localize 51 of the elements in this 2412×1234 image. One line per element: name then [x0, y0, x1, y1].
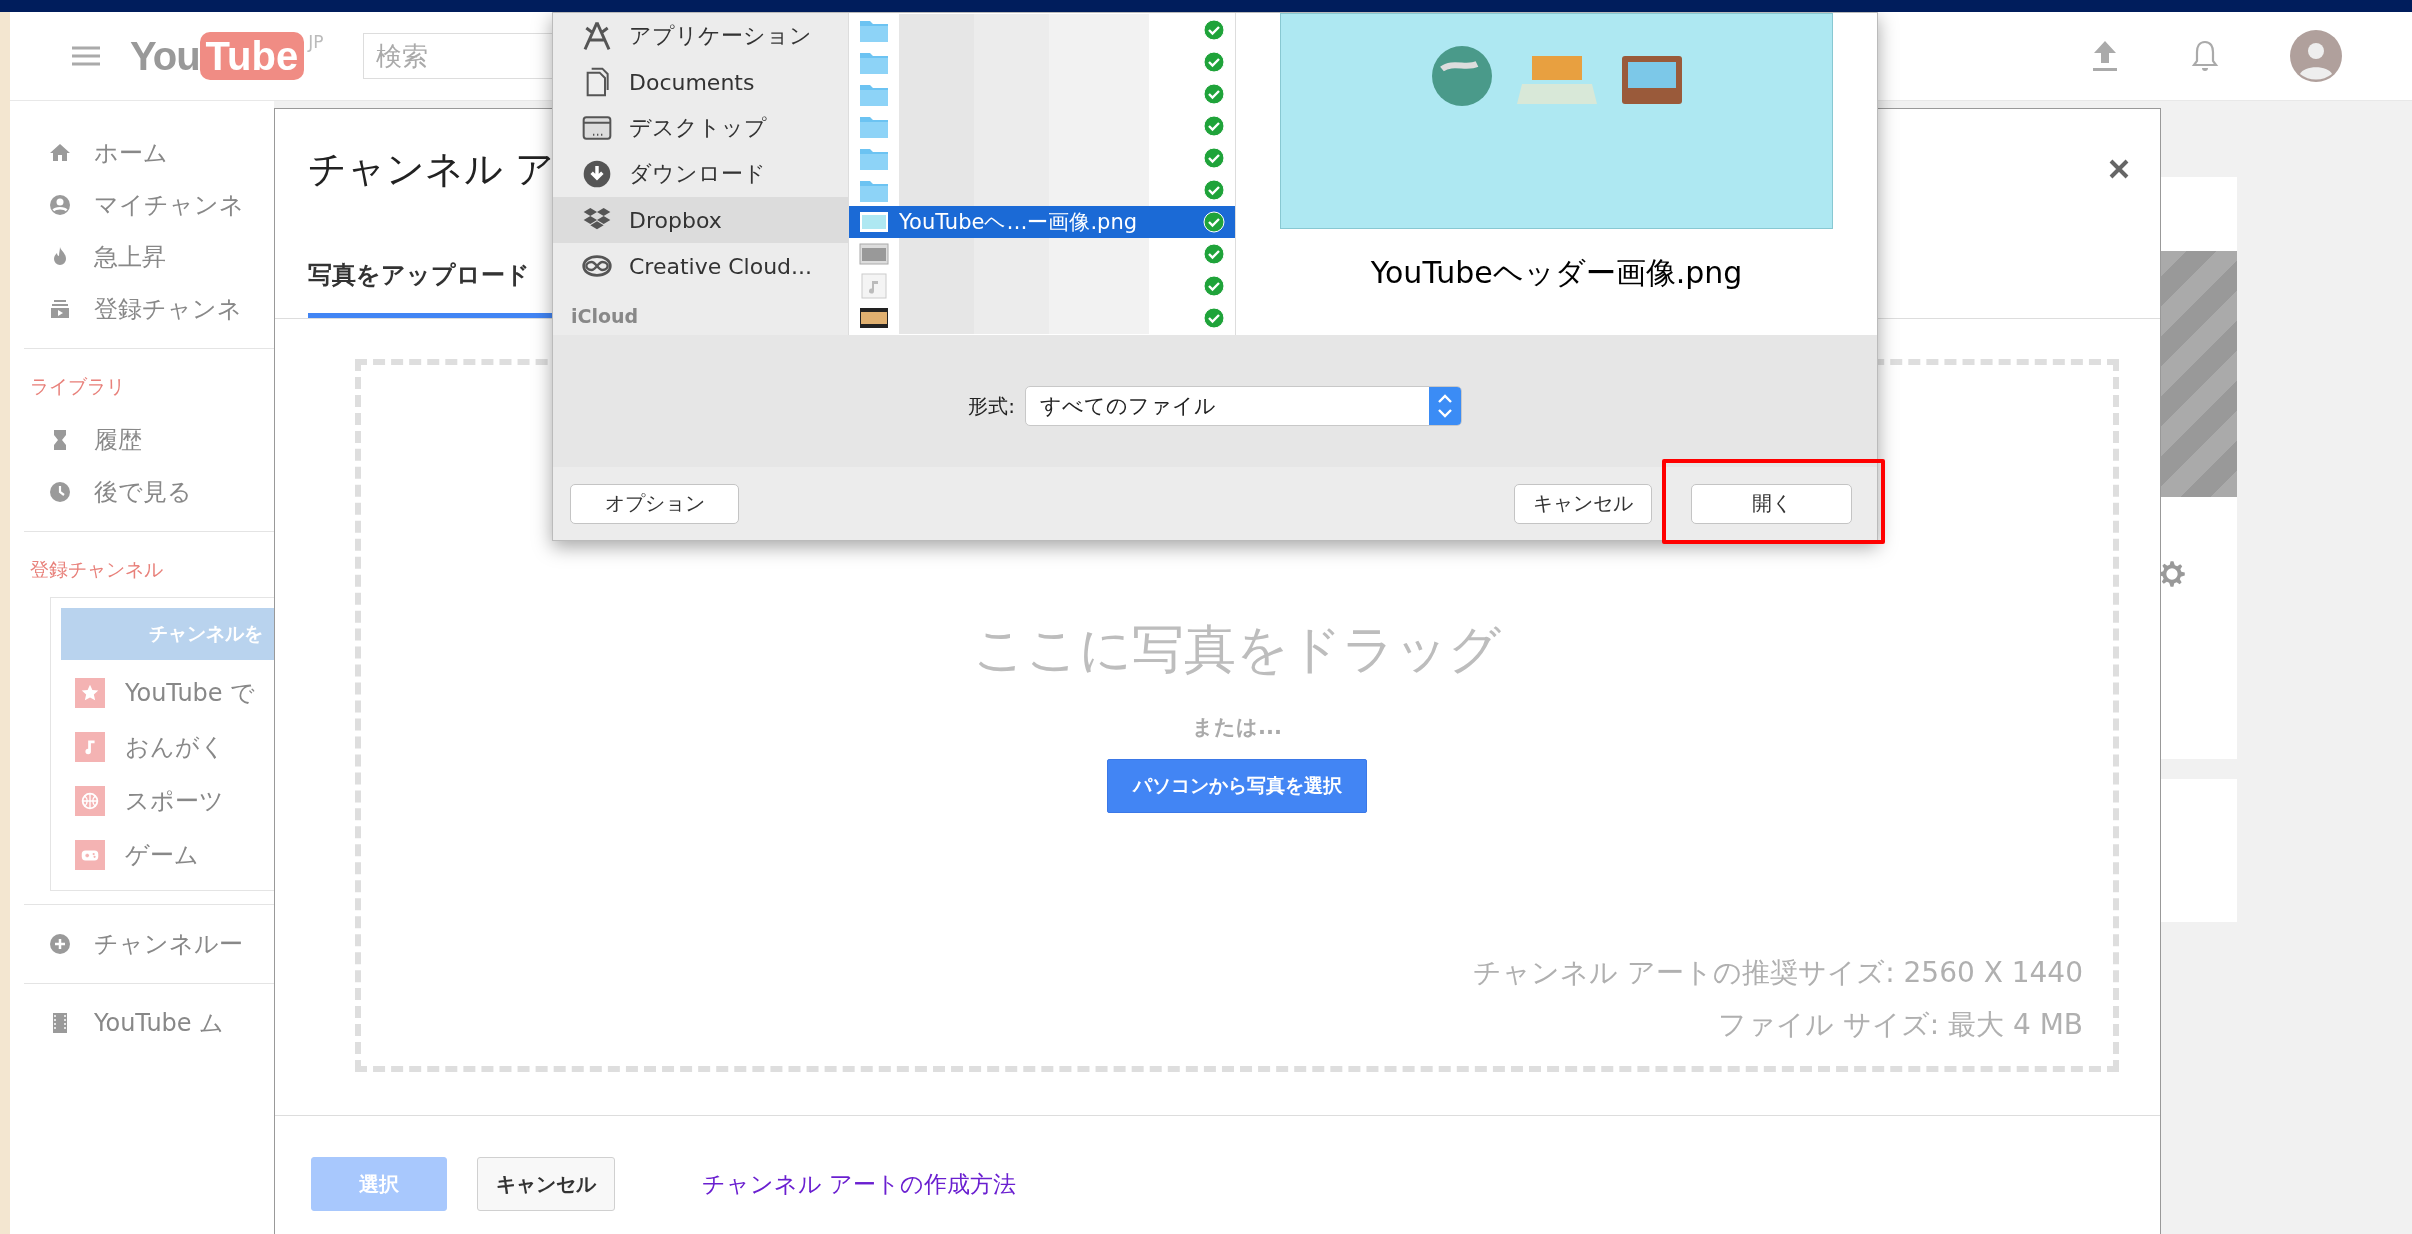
sidebar-item[interactable]: 履歴	[94, 424, 142, 456]
drop-headline: ここに写真をドラッグ	[973, 618, 1501, 681]
choose-photo-button[interactable]: パソコンから写真を選択	[1107, 759, 1367, 813]
cancel-button[interactable]: キャンセル	[1514, 483, 1652, 524]
upload-icon[interactable]	[2090, 39, 2120, 73]
avatar-icon[interactable]	[2290, 30, 2342, 82]
plus-circle-icon	[48, 932, 72, 956]
dialog-title: チャンネル ア	[308, 145, 555, 193]
channel-item[interactable]: ゲーム	[125, 839, 199, 871]
or-text: または...	[1192, 714, 1282, 741]
photo-file-icon	[859, 305, 889, 331]
cancel-button[interactable]: キャンセル	[477, 1157, 615, 1211]
sidebar-item[interactable]: 急上昇	[94, 241, 166, 273]
format-dropdown[interactable]: すべてのファイル	[1024, 386, 1462, 426]
channel-item[interactable]: スポーツ	[125, 785, 224, 817]
account-icon	[48, 193, 72, 217]
subscriptions-icon	[48, 297, 72, 321]
file-row[interactable]: YouTubeヘ…ー画像.png	[849, 206, 1235, 238]
format-label: 形式:	[968, 392, 1015, 420]
clock-icon	[48, 480, 72, 504]
channel-item[interactable]: YouTube で	[125, 677, 256, 709]
bell-icon[interactable]	[2190, 39, 2220, 73]
size-note: ファイル サイズ: 最大 4 MB	[1717, 1007, 2083, 1043]
sidebar-item[interactable]: マイチャンネ	[94, 189, 244, 221]
app-store-icon	[581, 20, 613, 52]
favorites-item[interactable]: デスクトップ	[553, 105, 848, 151]
stepper-icon	[1428, 387, 1461, 425]
download-icon	[581, 158, 613, 190]
screenshot-file-icon	[859, 241, 889, 267]
help-link[interactable]: チャンネル アートの作成方法	[702, 1168, 1017, 1200]
image-file-icon	[859, 209, 889, 235]
section-heading: 登録チャンネル	[29, 557, 164, 582]
close-icon[interactable]	[2108, 158, 2130, 180]
channel-item[interactable]: おんがく	[125, 731, 225, 763]
sidebar-item[interactable]: 登録チャンネ	[94, 293, 242, 325]
audio-file-icon	[859, 273, 889, 299]
sidebar-item[interactable]: YouTube ム	[94, 1007, 225, 1039]
open-button[interactable]: 開く	[1691, 483, 1852, 524]
options-button[interactable]: オプション	[570, 483, 739, 524]
gamepad-icon	[75, 840, 105, 870]
menu-icon[interactable]	[72, 46, 100, 66]
size-note: チャンネル アートの推奨サイズ: 2560 X 1440	[1473, 955, 2083, 991]
favorites-item[interactable]: ダウンロード	[553, 151, 848, 197]
sidebar-item[interactable]: チャンネルー	[94, 928, 243, 960]
sidebar-item[interactable]: ホーム	[94, 137, 168, 169]
music-note-icon	[75, 732, 105, 762]
favorites-item[interactable]: Dropbox	[553, 197, 848, 243]
section-heading: ライブラリ	[29, 374, 126, 399]
file-name: YouTubeヘ…ー画像.png	[899, 209, 1139, 236]
preview-file-name: YouTubeヘッダー画像.png	[1370, 254, 1743, 292]
sidebar-item[interactable]: 後で見る	[94, 476, 192, 508]
